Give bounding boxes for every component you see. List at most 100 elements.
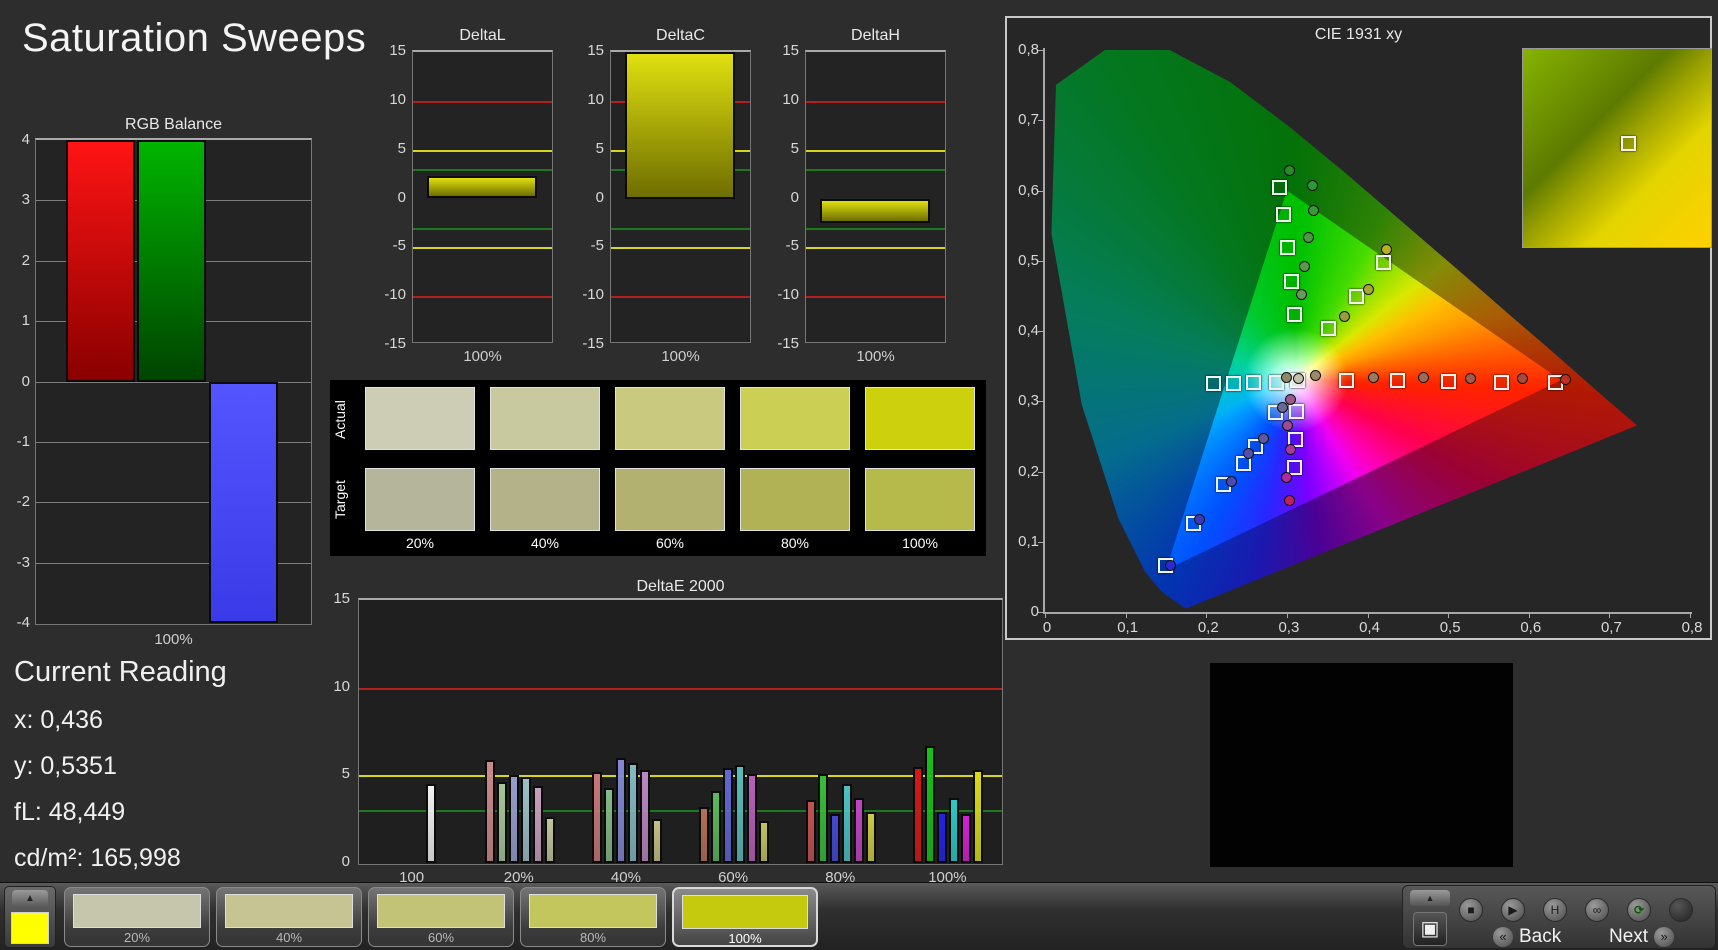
delta-chart-deltac	[610, 50, 751, 343]
cie-measurement-dot	[1307, 204, 1319, 216]
cie-target-marker	[1348, 289, 1364, 305]
cie-diagram-panel: CIE 1931 xy 0 0,1 0,2 0,3 0,4 0,5 0,6 0,7 0,8 0 0,…	[1005, 16, 1712, 640]
target-swatch-40%	[490, 468, 600, 531]
rgb-balance-chart	[35, 138, 312, 625]
delta-y-tick-label: -10	[777, 286, 799, 304]
cie-target-marker	[1272, 180, 1288, 196]
deltae-bar	[711, 791, 722, 863]
pattern-h-button[interactable]: H	[1543, 898, 1567, 922]
next-button[interactable]: Next»	[1603, 926, 1675, 950]
deltae-bar	[425, 784, 436, 863]
rgb-y-tick-label: 1	[21, 312, 30, 330]
cie-x-tick	[1206, 612, 1208, 618]
cie-target-marker	[1376, 255, 1392, 271]
ref-line	[413, 169, 552, 172]
ref-line	[806, 296, 945, 299]
ref-line	[611, 227, 750, 230]
delta-y-tick-label: -15	[777, 335, 799, 352]
delta-y-tick-label: -10	[582, 286, 604, 304]
cie-x-tick	[1367, 612, 1369, 618]
scroll-up-button[interactable]: ▲	[12, 890, 48, 908]
cie-y-tick-label: 0,5	[1018, 251, 1039, 269]
back-button[interactable]: « Back	[1493, 926, 1567, 950]
delta-y-tick-label: 10	[782, 90, 799, 108]
deltae-bar	[961, 813, 972, 863]
pattern-window-button[interactable]: ▣	[1413, 912, 1447, 946]
delta-chart-deltah	[805, 50, 946, 343]
cie-measurement-dot	[1257, 432, 1269, 444]
delta-y-tick-label: 0	[397, 188, 406, 206]
rgb-y-tick-label: -1	[16, 432, 30, 450]
delta-y-tick-label: -15	[384, 335, 406, 352]
rgb-bar-green	[137, 140, 206, 382]
delta-y-tick-label: -15	[582, 335, 604, 352]
sweep-button-40%[interactable]: 40%	[216, 887, 362, 947]
current-patch-swatch[interactable]	[11, 912, 49, 944]
sweep-label: 20%	[123, 930, 151, 945]
delta-bar	[625, 52, 735, 199]
sweep-button-20%[interactable]: 20%	[64, 887, 210, 947]
deltae-bar	[759, 820, 770, 863]
pattern-preview-window	[1210, 663, 1513, 867]
cie-measurement-dot	[1516, 373, 1528, 385]
delta-y-tick-label: 5	[790, 139, 799, 157]
ref-line	[359, 775, 1002, 778]
rgb-y-tick-label: 2	[21, 251, 30, 269]
delta-y-tick-label: 0	[595, 188, 604, 206]
deltae-y-tick-label: 0	[341, 853, 350, 870]
cie-target-marker	[1389, 373, 1405, 389]
cie-target-marker	[1284, 273, 1300, 289]
refresh-button[interactable]: ⟳	[1627, 898, 1651, 922]
cie-x-tick-label: 0,1	[1117, 619, 1139, 636]
stop-button[interactable]: ■	[1459, 898, 1483, 922]
actual-swatch-100%	[865, 387, 975, 450]
swatch-row-label-actual: Actual	[332, 400, 348, 439]
rgb-bar-red	[66, 140, 135, 382]
loop-button[interactable]: ∞	[1585, 898, 1609, 922]
calibration-app: Saturation Sweeps RGB Balance 4 3 2 1 0 -1 -2-…	[0, 0, 1718, 950]
play-button[interactable]: ▶	[1501, 898, 1525, 922]
delta-y-tick-label: 15	[587, 42, 604, 59]
ref-line	[413, 296, 552, 299]
deltae-title: DeltaE 2000	[636, 578, 725, 595]
delta-y-tick-label: -5	[785, 237, 799, 255]
extra-button[interactable]	[1669, 898, 1693, 922]
delta-y-tick-label: 5	[595, 139, 604, 157]
delta-y-tick-label: -10	[384, 286, 406, 304]
ref-line	[413, 227, 552, 230]
cie-inset-target-marker	[1620, 136, 1636, 152]
cie-target-marker	[1289, 404, 1305, 420]
delta-y-tick-label: -5	[590, 237, 604, 255]
panel-up-button[interactable]: ▲	[1410, 890, 1450, 906]
sweep-label: 60%	[427, 930, 455, 945]
cie-measurement-dot	[1465, 372, 1477, 384]
sweep-button-100%[interactable]: 100%	[672, 887, 818, 947]
deltae-bar	[925, 745, 936, 863]
cie-x-tick-label: 0,3	[1278, 619, 1300, 636]
reading-fl: fL: 48,449	[14, 798, 126, 826]
cie-x-tick-label: 0,8	[1681, 619, 1703, 636]
rgb-y-tick-label: 0	[21, 372, 30, 390]
cie-target-marker	[1287, 306, 1303, 322]
delta-x-label: 100%	[463, 348, 502, 365]
ref-line	[359, 687, 1002, 690]
cie-measurement-dot	[1284, 444, 1296, 456]
cie-x-tick	[1448, 612, 1450, 618]
up-arrow-icon: ▲	[1425, 893, 1435, 903]
next-arrow-icon: »	[1654, 927, 1675, 947]
deltae-bar	[603, 787, 614, 863]
cie-target-marker	[1321, 320, 1337, 336]
refresh-icon: ⟳	[1633, 903, 1645, 917]
bottom-toolbar: ▲ ▲ ▣ ■ ▶ H ∞ ⟳ « Back Next » 20% 40% 60…	[0, 882, 1718, 950]
back-arrow-icon: «	[1493, 927, 1513, 947]
deltae-bar	[639, 770, 650, 863]
delta-y-tick-label: 10	[587, 90, 604, 108]
rgb-y-tick-label: 4	[21, 131, 30, 148]
sweep-button-80%[interactable]: 80%	[520, 887, 666, 947]
deltae-bar	[806, 799, 817, 863]
swatch-compare-panel: Actual Target 20% 40% 60% 80% 100%	[330, 380, 986, 556]
cie-title: CIE 1931 xy	[1314, 26, 1403, 43]
deltae-bar	[544, 817, 555, 863]
rgb-balance-x-label: 100%	[154, 631, 193, 648]
sweep-button-60%[interactable]: 60%	[368, 887, 514, 947]
